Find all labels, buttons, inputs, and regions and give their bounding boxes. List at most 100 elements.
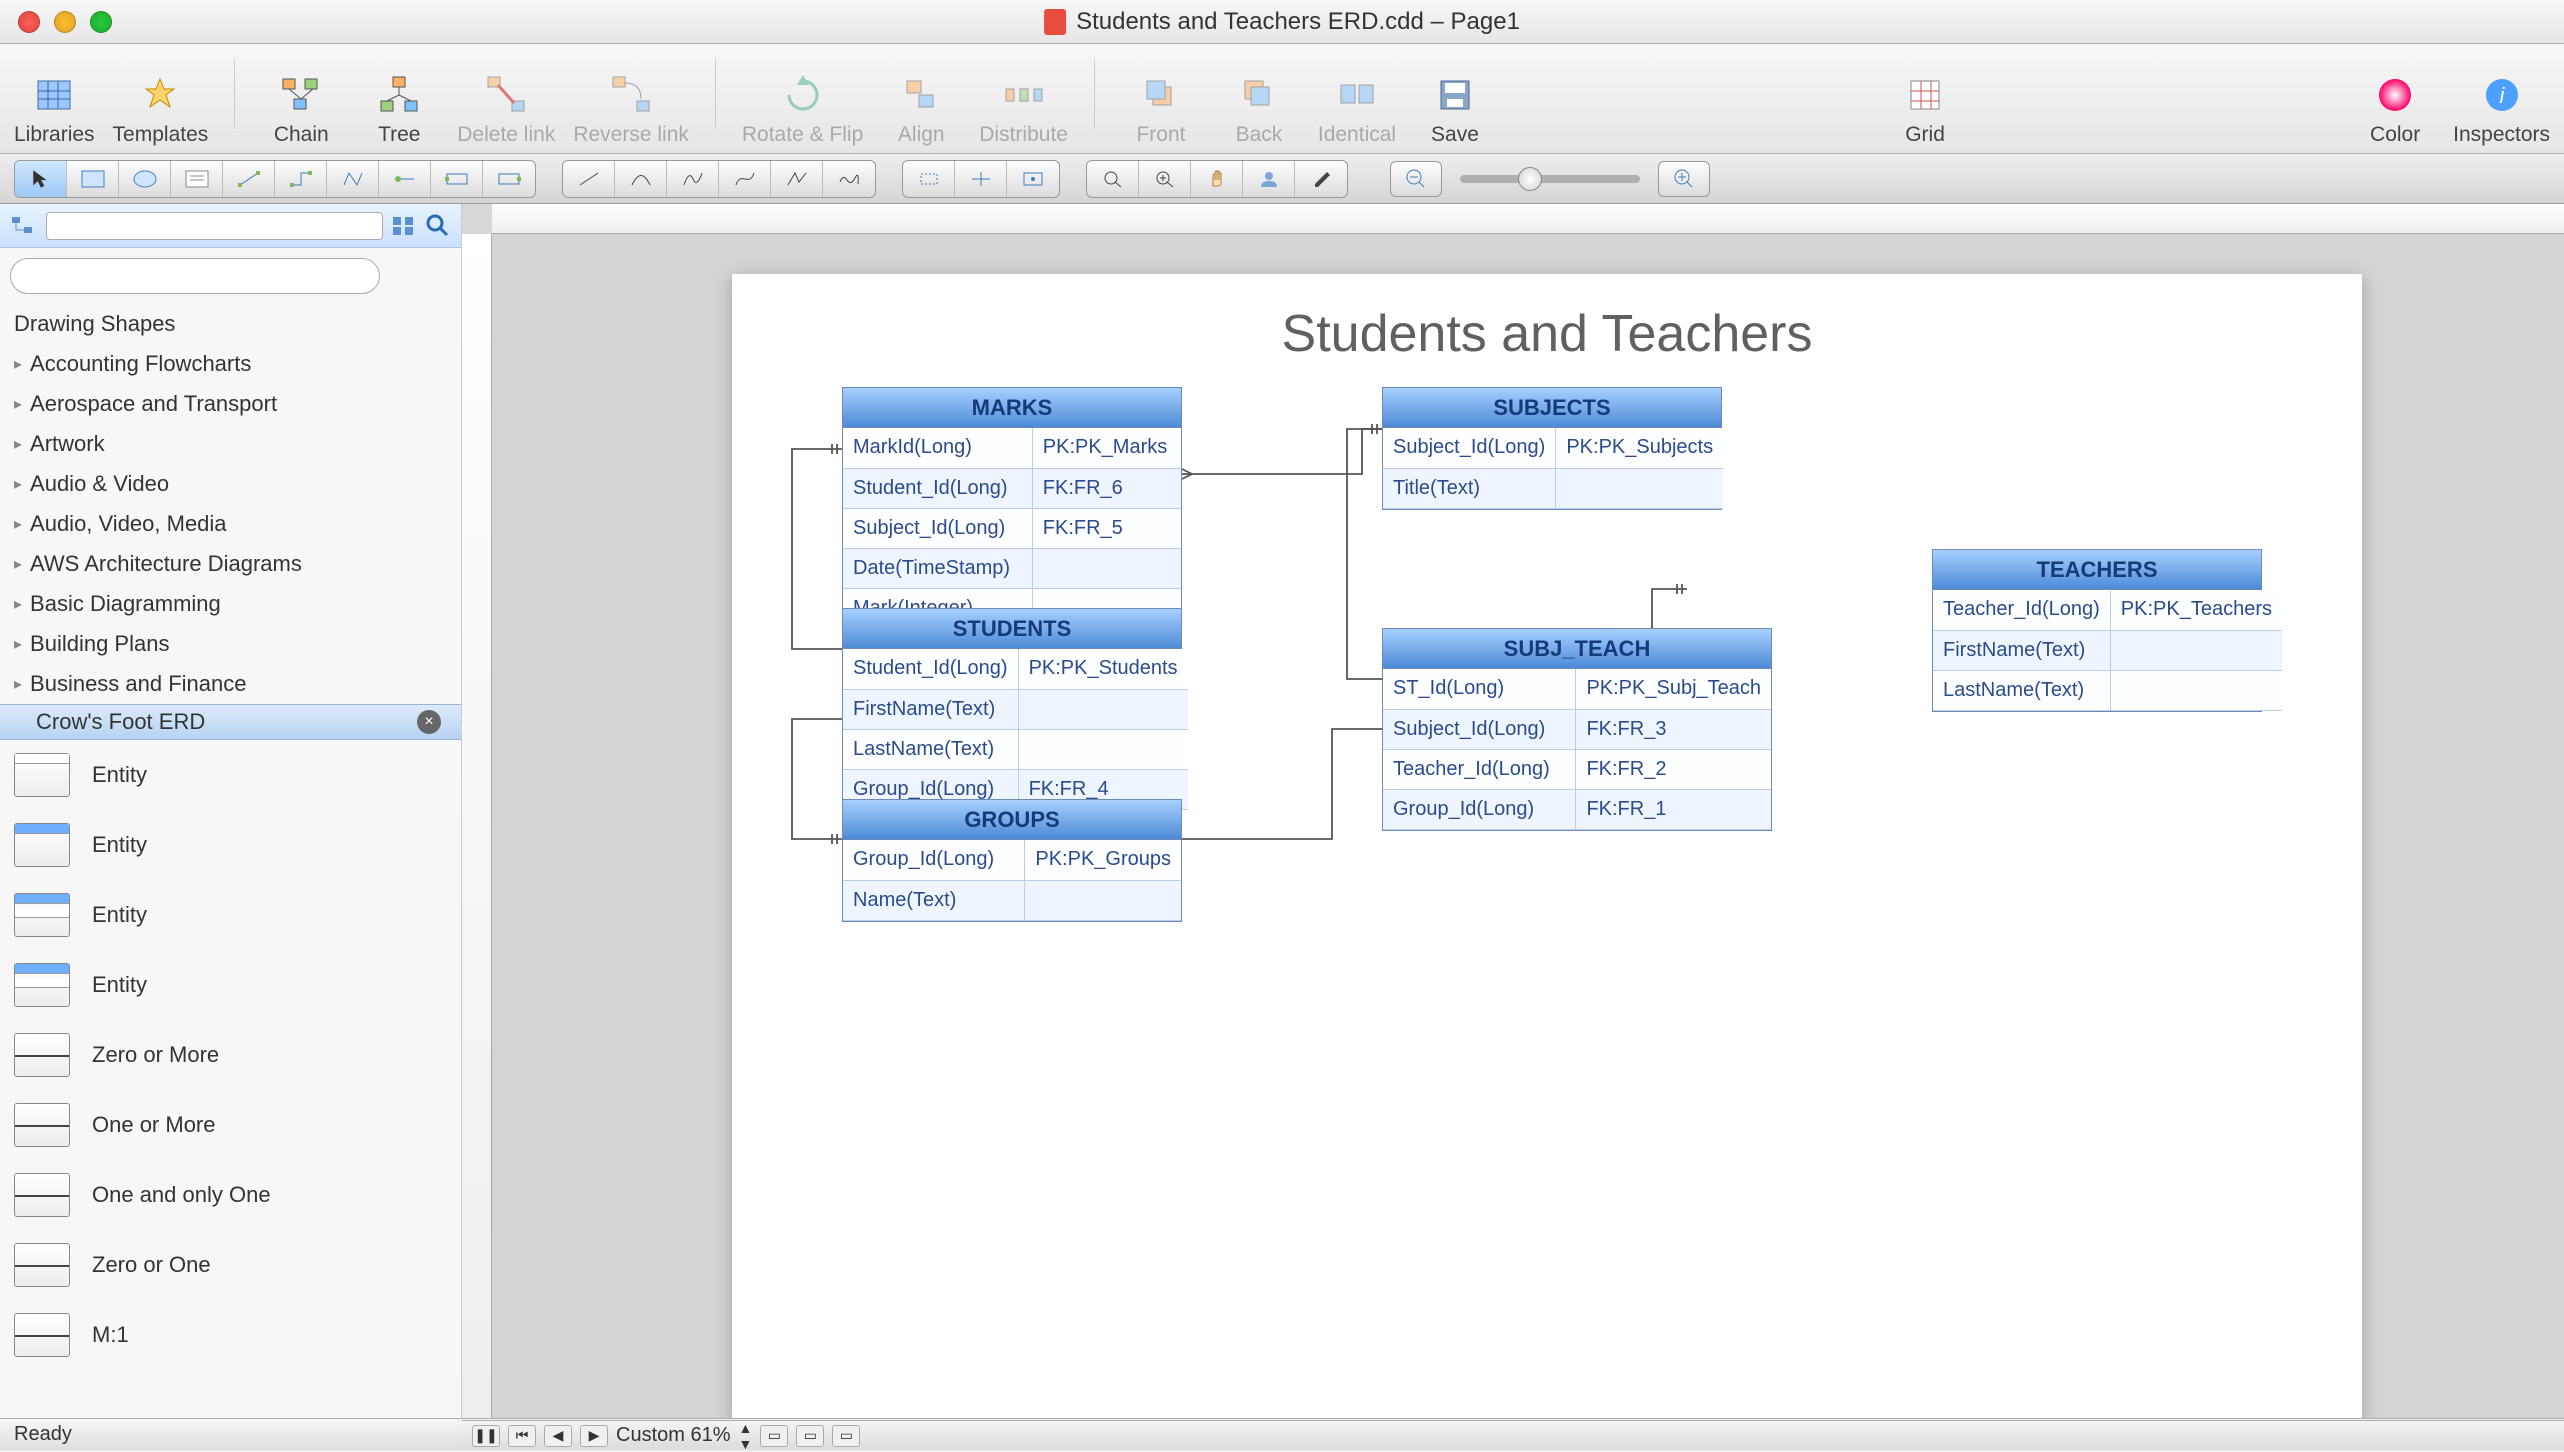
rect-tool[interactable] (67, 161, 119, 197)
pointer-tool[interactable] (15, 161, 67, 197)
window-title: Students and Teachers ERD.cdd – Page1 (1044, 8, 1520, 36)
libraries-button[interactable]: Libraries (14, 71, 95, 147)
library-category[interactable]: Audio, Video, Media (0, 504, 461, 544)
shape-item[interactable]: Entity (0, 880, 461, 950)
conn2-tool[interactable] (275, 161, 327, 197)
shape-item[interactable]: Entity (0, 740, 461, 810)
entity-groups[interactable]: GROUPS Group_Id(Long)PK:PK_GroupsName(Te… (842, 799, 1182, 922)
zoom-icon[interactable] (90, 11, 112, 33)
text-tool[interactable] (171, 161, 223, 197)
canvas-viewport[interactable]: Students and Teachers (492, 234, 2564, 1418)
chain-button[interactable]: Chain (261, 71, 341, 147)
zoom-stepper-icon[interactable]: ▲▼ (739, 1420, 753, 1452)
hierarchy-icon[interactable] (10, 215, 38, 237)
entity-teachers[interactable]: TEACHERS Teacher_Id(Long)PK:PK_TeachersF… (1932, 549, 2262, 712)
first-page-button[interactable]: ⏮ (508, 1425, 536, 1447)
view-1-button[interactable]: ▭ (760, 1425, 788, 1447)
library-category[interactable]: Artwork (0, 424, 461, 464)
identical-button[interactable]: Identical (1317, 71, 1397, 147)
pause-icon[interactable]: ❚❚ (472, 1425, 500, 1447)
conn5-tool[interactable] (431, 161, 483, 197)
eyedropper-tool[interactable] (1295, 161, 1347, 197)
tree-button[interactable]: Tree (359, 71, 439, 147)
conn1-tool[interactable] (223, 161, 275, 197)
conn3-tool[interactable] (327, 161, 379, 197)
conn4-tool[interactable] (379, 161, 431, 197)
hand-tool[interactable] (1191, 161, 1243, 197)
library-category[interactable]: Audio & Video (0, 464, 461, 504)
minimize-icon[interactable] (54, 11, 76, 33)
sidebar-filter-input[interactable] (46, 212, 383, 240)
shape-item[interactable]: One or More (0, 1090, 461, 1160)
line-tool[interactable] (563, 161, 615, 197)
shape-item[interactable]: M:1 (0, 1300, 461, 1370)
close-icon[interactable] (18, 11, 40, 33)
grid-view-icon[interactable] (391, 215, 417, 237)
reverse-link-button[interactable]: Reverse link (573, 71, 689, 147)
window-title-text: Students and Teachers ERD.cdd – Page1 (1076, 8, 1520, 36)
distribute-button[interactable]: Distribute (979, 71, 1068, 147)
view-tools-group (1086, 160, 1348, 198)
zoom-out-button[interactable] (1390, 161, 1442, 197)
page[interactable]: Students and Teachers (732, 274, 2362, 1418)
entity-students[interactable]: STUDENTS Student_Id(Long)PK:PK_StudentsF… (842, 608, 1182, 811)
entity-rows: Group_Id(Long)PK:PK_GroupsName(Text) (843, 840, 1181, 921)
prev-page-button[interactable]: ◀ (544, 1425, 572, 1447)
entity-marks[interactable]: MARKS MarkId(Long)PK:PK_MarksStudent_Id(… (842, 387, 1182, 630)
color-button[interactable]: Color (2355, 71, 2435, 147)
library-category[interactable]: AWS Architecture Diagrams (0, 544, 461, 584)
entity-rows: MarkId(Long)PK:PK_MarksStudent_Id(Long)F… (843, 428, 1181, 629)
front-button[interactable]: Front (1121, 71, 1201, 147)
poly-tool[interactable] (771, 161, 823, 197)
active-library-row[interactable]: Crow's Foot ERD × (0, 704, 461, 740)
shape-item[interactable]: Zero or More (0, 1020, 461, 1090)
arc-tool[interactable] (615, 161, 667, 197)
close-icon[interactable]: × (417, 710, 441, 734)
view-2-button[interactable]: ▭ (796, 1425, 824, 1447)
bezier-tool[interactable] (719, 161, 771, 197)
entity-rows: Student_Id(Long)PK:PK_StudentsFirstName(… (843, 649, 1188, 810)
snap2-tool[interactable] (955, 161, 1007, 197)
rotate-flip-button[interactable]: Rotate & Flip (742, 71, 863, 147)
horizontal-ruler[interactable] (492, 204, 2564, 234)
library-category[interactable]: Aerospace and Transport (0, 384, 461, 424)
vertical-ruler[interactable] (462, 234, 492, 1418)
library-category[interactable]: Business and Finance (0, 664, 461, 704)
account-tool[interactable] (1243, 161, 1295, 197)
zoom-fit-tool[interactable] (1087, 161, 1139, 197)
search-icon[interactable] (425, 213, 451, 239)
inspectors-button[interactable]: i Inspectors (2453, 71, 2550, 147)
delete-link-button[interactable]: Delete link (457, 71, 555, 147)
back-button[interactable]: Back (1219, 71, 1299, 147)
shape-item[interactable]: Zero or One (0, 1230, 461, 1300)
zoom-label: Custom 61% (616, 1424, 731, 1447)
shape-item[interactable]: One and only One (0, 1160, 461, 1230)
shape-item[interactable]: Entity (0, 810, 461, 880)
library-category[interactable]: Accounting Flowcharts (0, 344, 461, 384)
entity-header: GROUPS (843, 800, 1181, 840)
snap3-tool[interactable] (1007, 161, 1059, 197)
zoom-slider[interactable] (1460, 175, 1640, 183)
next-page-button[interactable]: ▶ (580, 1425, 608, 1447)
ellipse-tool[interactable] (119, 161, 171, 197)
freehand-tool[interactable] (823, 161, 875, 197)
zoom-tool[interactable] (1139, 161, 1191, 197)
align-button[interactable]: Align (881, 71, 961, 147)
save-button[interactable]: Save (1415, 71, 1495, 147)
library-category[interactable]: Drawing Shapes (0, 304, 461, 344)
library-category[interactable]: Building Plans (0, 624, 461, 664)
templates-button[interactable]: Templates (113, 71, 209, 147)
library-category[interactable]: Basic Diagramming (0, 584, 461, 624)
library-search-input[interactable] (10, 258, 380, 294)
grid-button[interactable]: Grid (1885, 71, 1965, 147)
entity-subjects[interactable]: SUBJECTS Subject_Id(Long)PK:PK_SubjectsT… (1382, 387, 1722, 510)
zoom-in-button[interactable] (1658, 161, 1710, 197)
view-3-button[interactable]: ▭ (832, 1425, 860, 1447)
curve-tool[interactable] (667, 161, 719, 197)
entity-subj-teach[interactable]: SUBJ_TEACH ST_Id(Long)PK:PK_Subj_TeachSu… (1382, 628, 1772, 831)
shape-item[interactable]: Entity (0, 950, 461, 1020)
conn6-tool[interactable] (483, 161, 535, 197)
zoom-slider-thumb[interactable] (1518, 167, 1542, 191)
snap1-tool[interactable] (903, 161, 955, 197)
entity-rows: ST_Id(Long)PK:PK_Subj_TeachSubject_Id(Lo… (1383, 669, 1771, 830)
